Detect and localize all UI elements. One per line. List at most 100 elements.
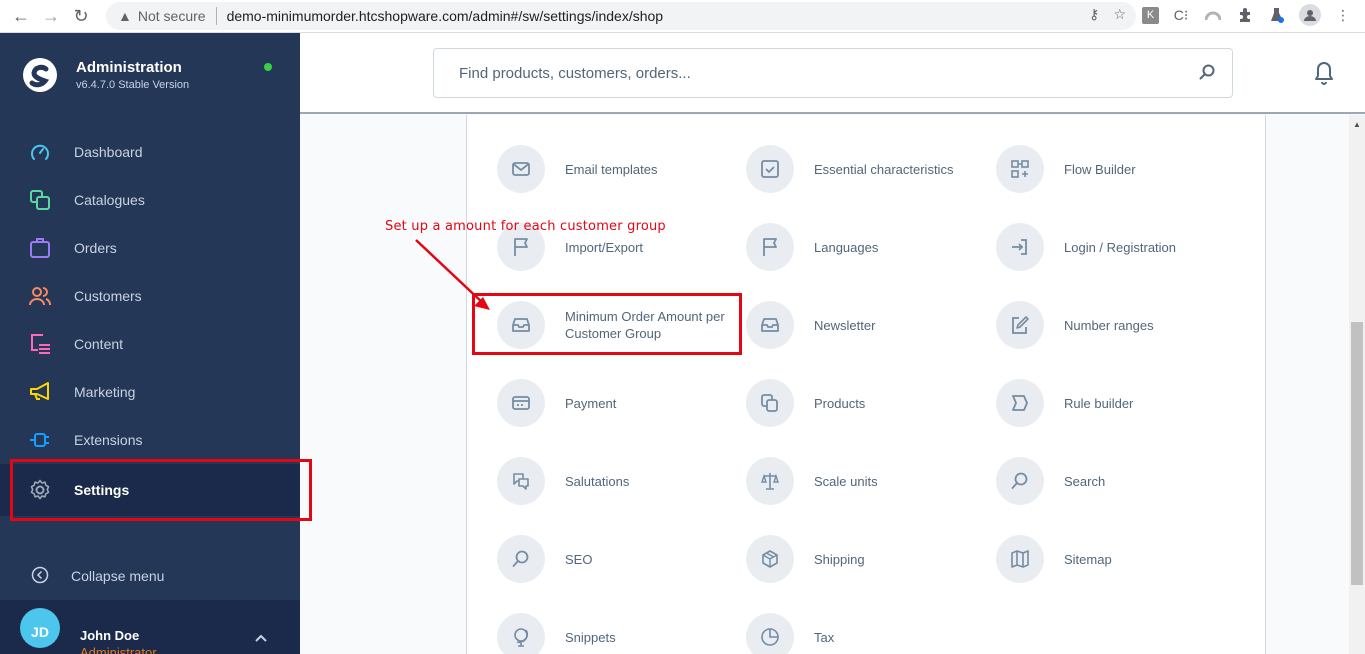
settings-item-label: Newsletter [814, 317, 876, 333]
settings-item-label: Search [1064, 473, 1106, 489]
settings-item-seo[interactable]: SEO [497, 535, 737, 583]
settings-item-languages[interactable]: Languages [746, 223, 986, 271]
sidebar-item-orders[interactable]: Orders [0, 224, 300, 272]
sidebar: Administration v6.4.7.0 Stable Version D… [0, 33, 312, 654]
bookmark-star-icon[interactable]: ☆ [1113, 6, 1126, 23]
settings-item-login-registration[interactable]: Login / Registration [996, 223, 1236, 271]
settings-item-email-templates[interactable]: Email templates [497, 145, 737, 193]
sidebar-item-customers[interactable]: Customers [0, 272, 300, 320]
settings-item-label: Products [814, 395, 866, 411]
sidebar-item-dashboard[interactable]: Dashboard [0, 128, 300, 176]
brand[interactable]: Administration v6.4.7.0 Stable Version [22, 57, 189, 93]
main-nav: Dashboard Catalogues Orders Customers Co… [0, 128, 300, 516]
puzzle-icon[interactable] [1235, 4, 1255, 26]
reload-button[interactable]: ↻ [66, 2, 96, 30]
settings-item-label: Languages [814, 239, 879, 255]
settings-item-tax[interactable]: Tax [746, 613, 986, 654]
scroll-up-icon[interactable]: ▲ [1353, 120, 1361, 129]
flag-icon [746, 223, 794, 271]
settings-item-label: Essential characteristics [814, 161, 954, 177]
search-icon [497, 535, 545, 583]
extension-c-icon[interactable]: C⁝ [1171, 4, 1191, 26]
status-indicator [264, 63, 272, 71]
dashboard-icon [28, 140, 52, 164]
collapse-menu-label: Collapse menu [71, 568, 165, 584]
extensions-icon [28, 428, 52, 452]
settings-item-label: Salutations [565, 473, 630, 489]
shopware-logo-icon [23, 58, 57, 92]
url-text[interactable]: demo-minimumorder.htcshopware.com/admin#… [227, 8, 664, 24]
sidebar-item-label: Extensions [74, 432, 143, 448]
map-icon [996, 535, 1044, 583]
sidebar-item-extensions[interactable]: Extensions [0, 416, 300, 464]
settings-item-label: Snippets [565, 629, 616, 645]
settings-item-shipping[interactable]: Shipping [746, 535, 986, 583]
package-icon [746, 535, 794, 583]
settings-item-salutations[interactable]: Salutations [497, 457, 737, 505]
global-search[interactable] [433, 48, 1233, 98]
settings-item-number-ranges[interactable]: Number ranges [996, 301, 1236, 349]
sidebar-item-catalogues[interactable]: Catalogues [0, 176, 300, 224]
key-icon[interactable]: ⚷ [1089, 6, 1099, 23]
address-bar[interactable]: ▲ Not secure demo-minimumorder.htcshopwa… [106, 2, 1136, 30]
customers-icon [28, 284, 52, 308]
settings-item-search[interactable]: Search [996, 457, 1236, 505]
forward-button[interactable]: → [36, 2, 66, 30]
credit-card-icon [497, 379, 545, 427]
sign-in-icon [996, 223, 1044, 271]
settings-item-payment[interactable]: Payment [497, 379, 737, 427]
user-name: John Doe [80, 628, 140, 643]
settings-annotation-box [10, 459, 312, 521]
settings-item-newsletter[interactable]: Newsletter [746, 301, 986, 349]
settings-item-label: Import/Export [565, 239, 644, 255]
sidebar-item-label: Marketing [74, 384, 136, 400]
extension-arc-icon[interactable] [1203, 4, 1223, 26]
sidebar-item-label: Customers [74, 288, 142, 304]
divider [215, 7, 217, 25]
more-menu-icon[interactable]: ⋮ [1333, 4, 1353, 26]
top-header [300, 33, 1365, 114]
arrow-left-icon: ← [12, 5, 30, 26]
scrollbar-thumb[interactable] [1351, 322, 1363, 585]
search-icon[interactable] [1198, 63, 1216, 85]
profile-icon[interactable] [1299, 4, 1321, 26]
chevron-up-icon[interactable] [254, 630, 268, 646]
collapse-menu-button[interactable]: Collapse menu [0, 553, 300, 599]
search-icon [996, 457, 1044, 505]
settings-item-label: Sitemap [1064, 551, 1112, 567]
settings-item-sitemap[interactable]: Sitemap [996, 535, 1236, 583]
chevron-left-circle-icon [31, 566, 49, 587]
globe-icon [497, 613, 545, 654]
settings-item-scale-units[interactable]: Scale units [746, 457, 986, 505]
settings-item-rule-builder[interactable]: Rule builder [996, 379, 1236, 427]
sidebar-item-marketing[interactable]: Marketing [0, 368, 300, 416]
notifications-bell-icon[interactable] [1313, 61, 1335, 90]
sidebar-item-content[interactable]: Content [0, 320, 300, 368]
minimum-order-annotation-box [472, 293, 742, 355]
arrow-right-icon: → [42, 5, 60, 26]
labs-flask-icon[interactable] [1267, 4, 1287, 26]
settings-item-label: Shipping [814, 551, 865, 567]
back-button[interactable]: ← [6, 2, 36, 30]
settings-item-label: Rule builder [1064, 395, 1134, 411]
settings-content: Email templates Essential characteristic… [466, 115, 1266, 654]
settings-item-essential-characteristics[interactable]: Essential characteristics [746, 145, 986, 193]
user-role: Administrator [80, 645, 157, 654]
envelope-icon [497, 145, 545, 193]
settings-item-label: SEO [565, 551, 593, 567]
page-scrollbar[interactable]: ▲ [1349, 115, 1365, 654]
sidebar-item-label: Catalogues [74, 192, 145, 208]
checkbox-icon [746, 145, 794, 193]
settings-item-products[interactable]: Products [746, 379, 986, 427]
content-icon [28, 332, 52, 356]
search-input[interactable] [459, 64, 1179, 82]
security-label[interactable]: Not secure [138, 8, 206, 24]
settings-item-flow-builder[interactable]: Flow Builder [996, 145, 1236, 193]
sidebar-item-label: Orders [74, 240, 117, 256]
avatar: JD [20, 608, 60, 648]
extension-k-icon[interactable]: K [1142, 6, 1159, 24]
settings-item-snippets[interactable]: Snippets [497, 613, 737, 654]
settings-item-label: Email templates [565, 161, 658, 177]
user-profile[interactable]: JD John Doe Administrator [0, 600, 300, 654]
flow-builder-icon [996, 145, 1044, 193]
